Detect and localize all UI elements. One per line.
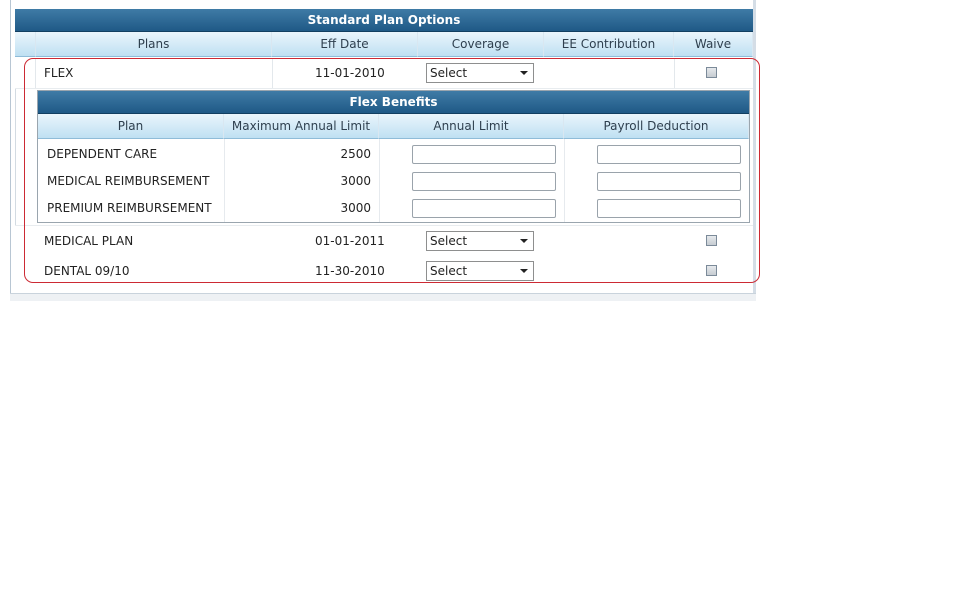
header-coverage: Coverage xyxy=(418,32,544,57)
standard-plan-options-title: Standard Plan Options xyxy=(15,9,753,32)
header-plans: Plans xyxy=(36,32,272,57)
header-ee-contribution: EE Contribution xyxy=(544,32,674,57)
panel-left-border xyxy=(10,0,11,300)
header-eff-date: Eff Date xyxy=(272,32,418,57)
highlight-outline xyxy=(24,58,760,283)
header-waive: Waive xyxy=(674,32,753,57)
header-spacer xyxy=(15,32,36,57)
col-sep xyxy=(15,88,16,226)
panel-bottom-border xyxy=(10,293,756,301)
